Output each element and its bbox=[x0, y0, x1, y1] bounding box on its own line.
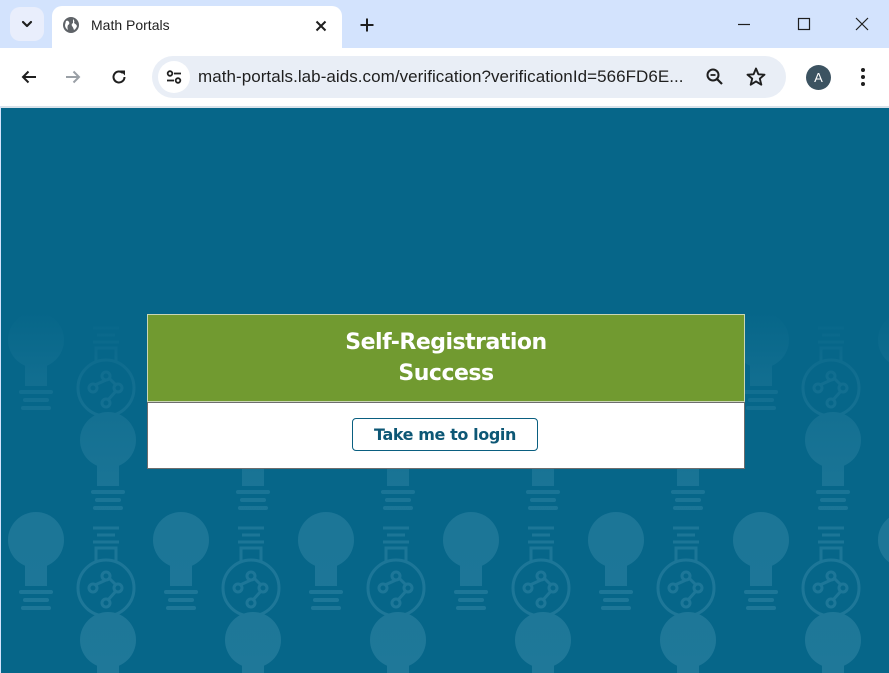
tab-title: Math Portals bbox=[91, 17, 170, 33]
bookmark-button[interactable] bbox=[743, 64, 769, 90]
maximize-button[interactable] bbox=[784, 8, 824, 40]
tab-strip: Math Portals bbox=[0, 0, 889, 48]
browser-menu-button[interactable] bbox=[850, 64, 876, 90]
url-text[interactable]: math-portals.lab-aids.com/verification?v… bbox=[198, 67, 684, 87]
reload-button[interactable] bbox=[104, 62, 134, 92]
card-header: Self-Registration Success bbox=[147, 314, 745, 402]
registration-card: Self-Registration Success Take me to log… bbox=[147, 314, 745, 469]
arrow-left-icon bbox=[21, 70, 36, 84]
tab-math-portals[interactable]: Math Portals bbox=[52, 6, 342, 48]
zoom-out-icon bbox=[706, 68, 723, 85]
profile-avatar[interactable]: A bbox=[806, 65, 831, 90]
back-button[interactable] bbox=[14, 62, 44, 92]
tune-icon bbox=[166, 70, 182, 84]
close-icon bbox=[855, 17, 869, 31]
card-body: Take me to login bbox=[147, 402, 745, 469]
take-me-to-login-button[interactable]: Take me to login bbox=[352, 418, 538, 451]
plus-icon bbox=[360, 18, 374, 32]
maximize-icon bbox=[797, 17, 811, 31]
window-close-button[interactable] bbox=[842, 8, 882, 40]
forward-button[interactable] bbox=[58, 62, 88, 92]
zoom-button[interactable] bbox=[702, 64, 728, 90]
card-title-line2: Success bbox=[398, 361, 494, 386]
page-viewport: Self-Registration Success Take me to log… bbox=[1, 106, 889, 673]
site-info-button[interactable] bbox=[158, 61, 190, 93]
browser-toolbar: math-portals.lab-aids.com/verification?v… bbox=[0, 48, 889, 106]
close-icon bbox=[315, 20, 327, 32]
tab-close-button[interactable] bbox=[310, 15, 332, 37]
minimize-button[interactable] bbox=[724, 8, 764, 40]
card-title-line1: Self-Registration bbox=[345, 330, 547, 355]
globe-icon bbox=[63, 17, 79, 33]
chevron-down-icon bbox=[21, 20, 33, 28]
minimize-icon bbox=[738, 23, 750, 26]
kebab-menu-icon bbox=[861, 68, 865, 86]
new-tab-button[interactable] bbox=[354, 12, 380, 38]
tab-search-button[interactable] bbox=[10, 7, 44, 41]
arrow-right-icon bbox=[66, 70, 81, 84]
star-icon bbox=[746, 67, 766, 86]
reload-icon bbox=[112, 70, 126, 84]
address-bar[interactable]: math-portals.lab-aids.com/verification?v… bbox=[152, 56, 786, 98]
